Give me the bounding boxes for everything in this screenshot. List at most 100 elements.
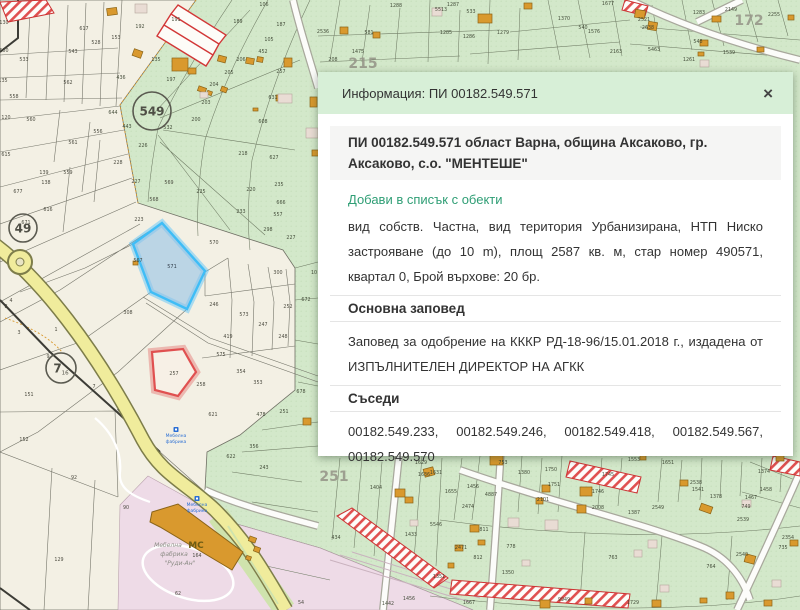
shed <box>660 585 669 592</box>
shed <box>700 60 709 67</box>
parcel-label: 2549 <box>652 505 664 511</box>
parcel-label: 811 <box>479 527 488 533</box>
shed <box>135 4 147 13</box>
parcel-label: 540 <box>578 25 587 31</box>
parcel-label: 9949 <box>558 597 570 603</box>
parcel-label: 1279 <box>497 30 509 36</box>
parcel-label: 1456 <box>467 484 479 490</box>
building <box>757 47 764 52</box>
parcel-label: 1729 <box>627 600 639 606</box>
parcel-label: 135 <box>0 78 8 84</box>
section-heading-order: Основна заповед <box>330 295 781 322</box>
parcel-label: 3 <box>17 330 20 336</box>
parcel-label: 120 <box>1 115 10 121</box>
building <box>712 16 721 22</box>
bus-stop-label: Мебелна <box>166 433 187 439</box>
parcel-label: 1287 <box>447 2 459 8</box>
parcel-label: 227 <box>131 179 140 185</box>
close-icon[interactable]: × <box>759 83 777 104</box>
factory-name-label: Мебелна <box>154 542 182 549</box>
parcel-label: 356 <box>249 444 258 450</box>
building <box>680 480 688 486</box>
parcel-label: 443 <box>122 124 131 130</box>
parcel-details-text: вид собств. Частна, вид територия Урбани… <box>348 214 763 289</box>
parcel-label: 627 <box>269 155 278 161</box>
parcel-label: 2521 <box>638 17 650 23</box>
parcel-label: 1541 <box>692 487 704 493</box>
parcel-label: 615 <box>1 152 10 158</box>
parcel-label: 105 <box>264 37 273 43</box>
info-panel-header: Информация: ПИ 00182.549.571 × <box>318 72 793 114</box>
parcel-label: 735 <box>778 545 787 551</box>
add-to-object-list-link[interactable]: Добави в списък с обекти <box>348 192 763 207</box>
building <box>585 598 592 604</box>
building <box>253 108 258 111</box>
parcel-label: 1374 <box>758 469 770 475</box>
parcel-label: 4 <box>9 298 12 304</box>
parcel-label: 1285 <box>440 30 452 36</box>
parcel-label: 1636 <box>418 472 430 478</box>
parcel-label: 621 <box>208 412 217 418</box>
parcel-label: 151 <box>24 392 33 398</box>
parcel-label: 2538 <box>690 480 702 486</box>
factory-name-label: "Руди-Ан" <box>165 560 196 567</box>
building <box>448 563 454 568</box>
parcel-label: 562 <box>63 80 72 86</box>
factory-building-name: МС <box>188 541 204 551</box>
parcel-label: 1677 <box>602 1 614 7</box>
parcel-label: 631 <box>268 95 277 101</box>
parcel-label: 764 <box>706 564 715 570</box>
parcel-label: 218 <box>238 151 247 157</box>
parcel-label: 749 <box>741 504 750 510</box>
factory-name-label: фабрика <box>160 551 188 558</box>
parcel-label: 2536 <box>317 29 329 35</box>
parcel-label: 1539 <box>723 50 735 56</box>
parcel-label: 570 <box>209 240 218 246</box>
building <box>580 487 592 496</box>
building <box>395 489 405 497</box>
section-heading-neighbours: Съседи <box>330 385 781 412</box>
parcel-label: 559 <box>63 170 72 176</box>
region-circle-label: 49 <box>15 222 32 236</box>
parcel-label: 164 <box>192 553 201 559</box>
parcel-label: 54 <box>298 600 304 606</box>
parcel-label: 1261 <box>683 57 695 63</box>
parcel-label: 672 <box>301 297 310 303</box>
shed <box>306 128 318 138</box>
parcel-label: 192 <box>135 24 144 30</box>
parcel-label: 1378 <box>710 494 722 500</box>
parcel-label: 197 <box>166 77 175 83</box>
parcel-label: 1283 <box>693 10 705 16</box>
parcel-label: 10 <box>311 270 317 276</box>
parcel-label: 92 <box>71 475 77 481</box>
shed <box>648 540 657 548</box>
parcel-label: 191 <box>171 17 180 23</box>
building <box>257 57 264 63</box>
parcel-label: 257 <box>276 69 285 75</box>
parcel-label: 90 <box>123 505 129 511</box>
building <box>478 540 485 545</box>
parcel-label: 677 <box>13 189 22 195</box>
parcel-label: 1745 <box>602 472 614 478</box>
parcel-label: 573 <box>239 312 248 318</box>
parcel-label: 298 <box>263 227 272 233</box>
parcel-label: 452 <box>258 49 267 55</box>
parcel-label: 227 <box>286 235 295 241</box>
building <box>373 32 380 38</box>
district-label: 215 <box>348 56 377 72</box>
parcel-label: 533 <box>466 9 475 15</box>
highlighted-parcel-number: 257 <box>169 371 178 377</box>
parcel-title: ПИ 00182.549.571 област Варна, община Ак… <box>330 126 781 180</box>
bus-stop-icon <box>196 498 198 500</box>
parcel-label: 5546 <box>430 522 442 528</box>
parcel-label: 575 <box>216 352 225 358</box>
parcel-label: 1667 <box>463 600 475 606</box>
bus-stop-label: фабрика <box>187 508 208 514</box>
parcel-label: 1475 <box>352 49 364 55</box>
shed <box>508 518 519 527</box>
parcel-label: 419 <box>223 334 232 340</box>
parcel-label: 308 <box>123 310 132 316</box>
parcel-label: 812 <box>473 555 482 561</box>
building <box>700 598 707 603</box>
parcel-label: 7 <box>92 384 95 390</box>
